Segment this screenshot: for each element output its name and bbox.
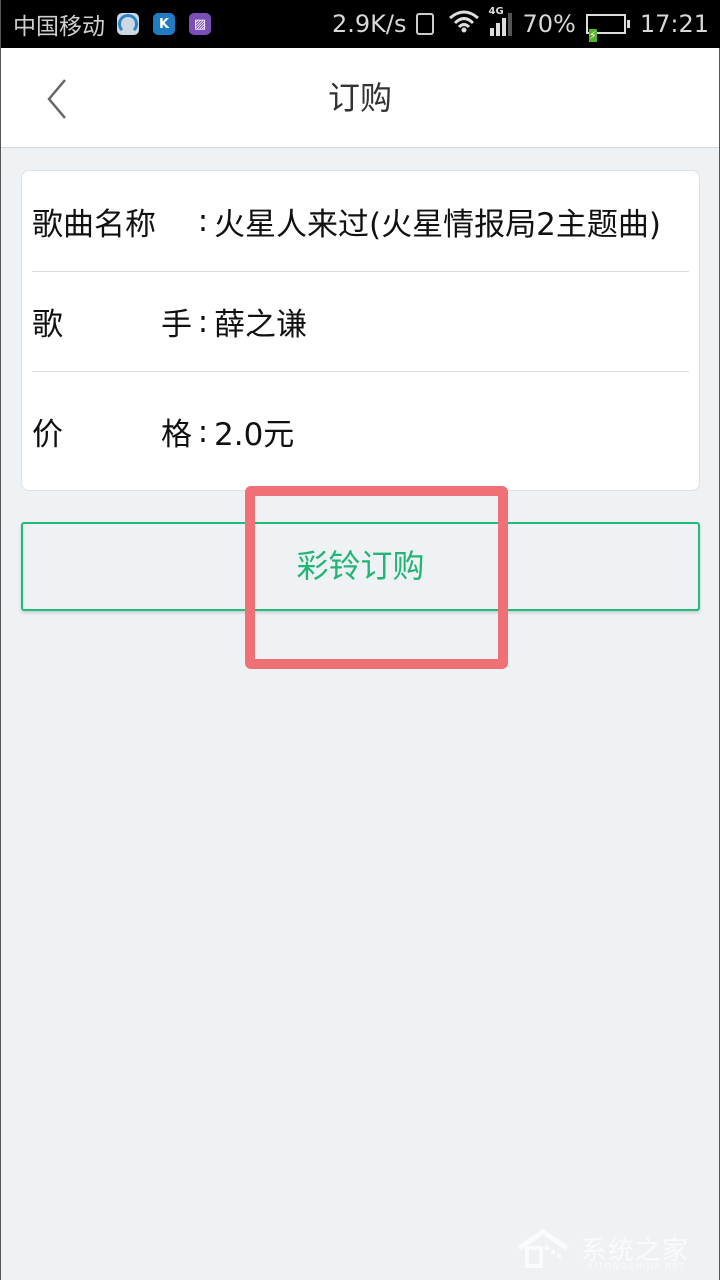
ringtone-order-button[interactable]: 彩铃订购 <box>21 522 700 611</box>
song-name-row: 歌曲名称 : 火星人来过(火星情报局2主题曲) <box>32 171 689 271</box>
battery-icon: ⚡ <box>585 14 630 42</box>
song-name-value: 火星人来过(火星情报局2主题曲) <box>214 206 661 243</box>
singer-label-char: 歌 <box>32 307 63 343</box>
status-bar: 中国移动 K ▨ 2.9K/s 4G 70% ⚡ 17:21 <box>1 0 720 48</box>
clock: 17:21 <box>639 10 709 38</box>
gallery-icon: ▨ <box>189 13 211 35</box>
wifi-icon <box>448 9 480 39</box>
price-value: 2.0元 <box>214 417 295 453</box>
watermark: 系统之家 XITONGZHIJIA.NET <box>517 1228 689 1272</box>
carrier-name: 中国移动 <box>13 14 105 40</box>
nav-bar: 订购 <box>1 48 719 148</box>
watermark-text: 系统之家 <box>580 1235 689 1266</box>
signal-icon: 4G <box>488 6 514 36</box>
singer-value: 薛之谦 <box>214 307 307 343</box>
k-app-icon: K <box>153 13 175 35</box>
separator: : <box>197 413 209 450</box>
battery-percent: 70% <box>522 10 576 38</box>
browser-icon <box>117 13 139 35</box>
network-type: 4G <box>488 6 504 17</box>
price-label: 价 格 <box>32 409 192 454</box>
price-label-char: 格 <box>161 417 192 453</box>
order-info-card: 歌曲名称 : 火星人来过(火星情报局2主题曲) 歌 手 : 薛之谦 价 格 : … <box>21 170 700 491</box>
network-speed: 2.9K/s <box>331 10 407 38</box>
price-label-char: 价 <box>32 417 63 453</box>
separator: : <box>197 203 209 239</box>
singer-row: 歌 手 : 薛之谦 <box>32 271 689 371</box>
singer-label: 歌 手 <box>32 299 192 344</box>
separator: : <box>197 303 209 340</box>
song-name-label: 歌曲名称 <box>32 206 156 243</box>
house-logo-icon <box>517 1228 569 1268</box>
vibrate-icon <box>416 13 435 35</box>
watermark-subtext: XITONGZHIJIA.NET <box>586 1262 686 1272</box>
singer-label-char: 手 <box>161 307 192 343</box>
page-title: 订购 <box>327 79 392 117</box>
price-row: 价 格 : 2.0元 <box>32 371 689 491</box>
